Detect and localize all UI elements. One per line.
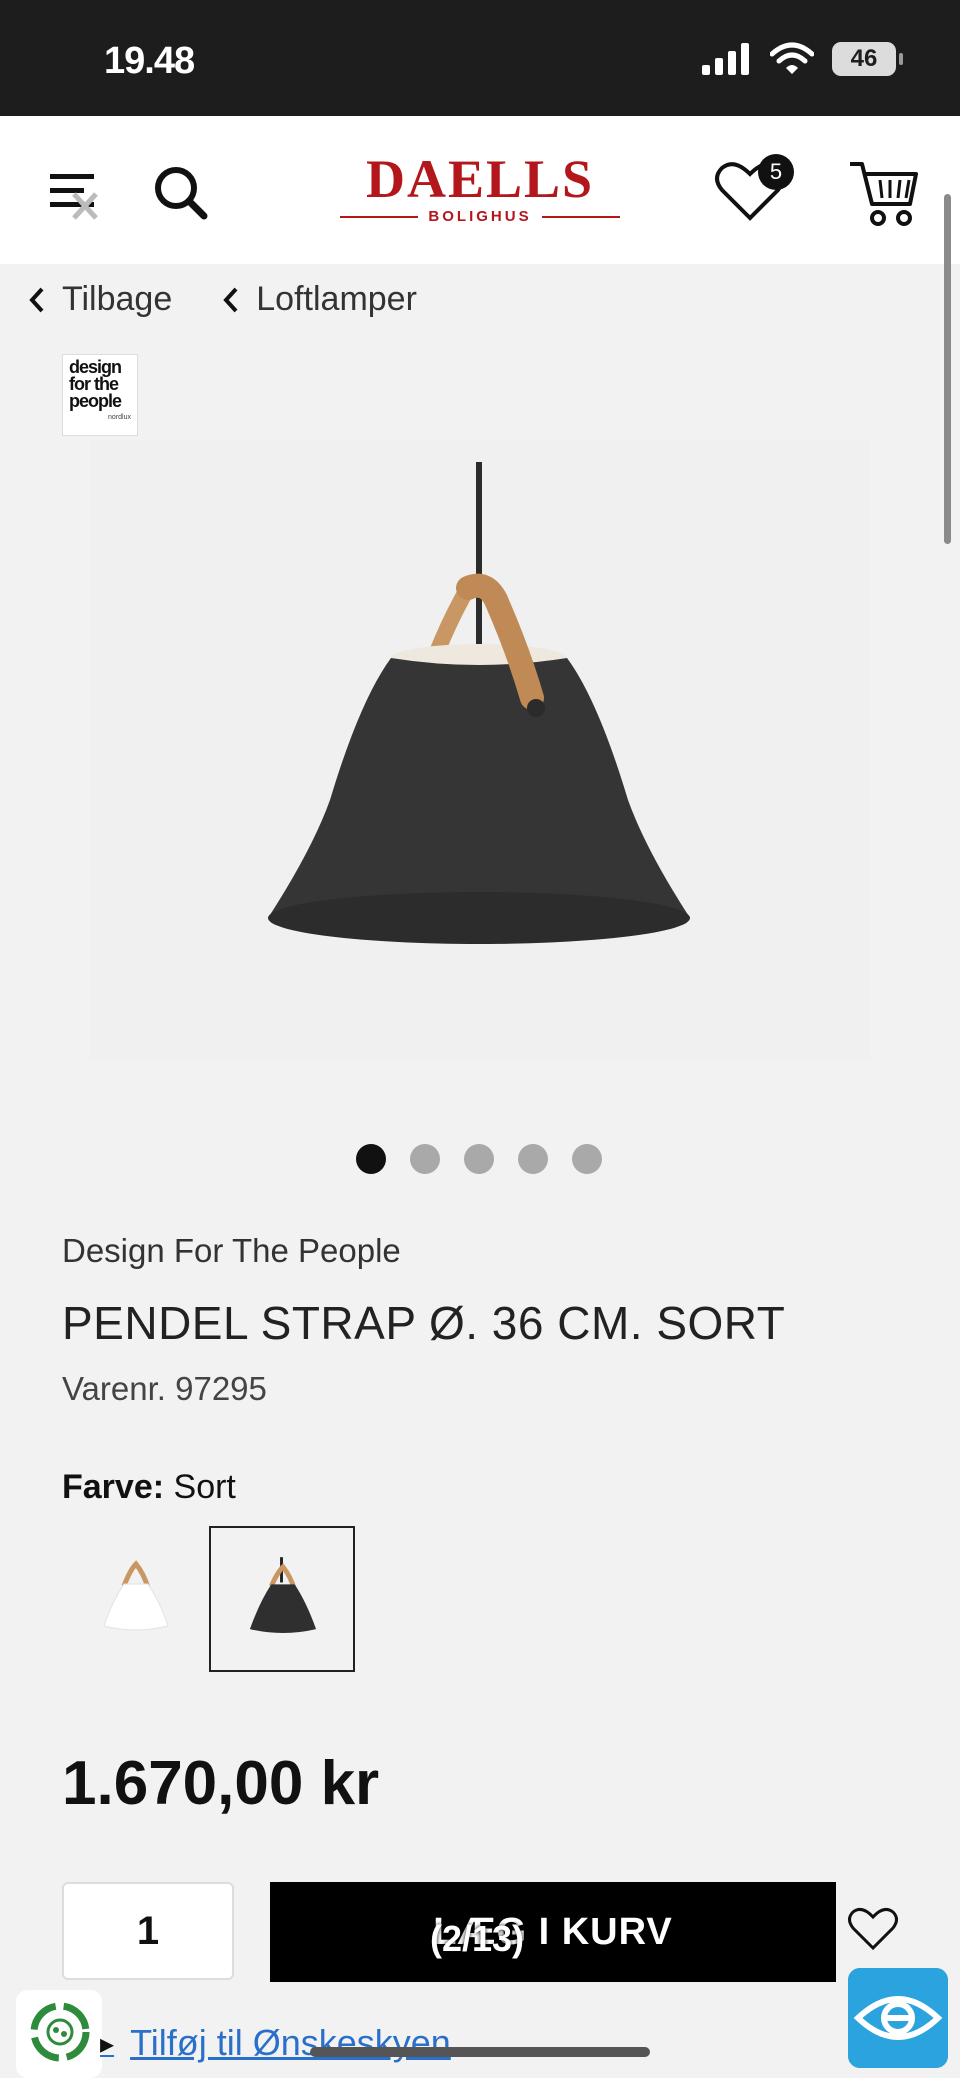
battery-icon: 46 [832,42,903,76]
product-price: 1.670,00 kr [62,1749,380,1818]
search-icon[interactable] [150,162,212,224]
gallery-dot[interactable] [518,1144,548,1174]
quantity-input[interactable]: 1 [62,1882,234,1980]
home-indicator[interactable] [310,2047,650,2057]
status-bar: 19.48 46 [0,0,960,116]
category-link[interactable]: Loftlamper [220,280,417,319]
menu-icon[interactable] [48,166,104,222]
product-brand[interactable]: Design For The People [62,1232,401,1270]
sku-value: 97295 [175,1370,267,1407]
gallery-dot[interactable] [410,1144,440,1174]
logo-name: DAELLS [365,149,595,209]
recycle-icon[interactable] [16,1990,102,2078]
gallery-dots [356,1144,602,1174]
breadcrumb: Tilbage Loftlamper [26,280,417,319]
chevron-left-icon [29,287,44,312]
color-label-row: Farve: Sort [62,1468,236,1507]
page-indicator: (2/13) [430,1918,525,1959]
wifi-icon [770,42,814,74]
gallery-dot[interactable] [464,1144,494,1174]
back-link-label: Tilbage [62,280,173,318]
sku-label: Varenr. [62,1370,166,1407]
product-image[interactable] [90,440,870,1060]
swatch-white[interactable] [62,1526,208,1672]
chevron-left-icon [223,287,238,312]
accessibility-eye-icon[interactable] [848,1968,948,2068]
logo-sub: BOLIGHUS [428,208,532,225]
brand-badge[interactable]: design for the people nordlux [62,354,138,436]
wishlist-count-badge: 5 [758,154,794,190]
color-value: Sort [173,1468,236,1506]
wishcloud-link[interactable]: ▸ Tilføj til Ønskeskyen [100,2022,451,2064]
swatch-black[interactable] [209,1526,355,1672]
site-header: DAELLS BOLIGHUS 5 [0,116,960,264]
scrollbar-thumb[interactable] [944,194,951,544]
signal-icon [702,43,749,75]
gallery-dot[interactable] [572,1144,602,1174]
back-link[interactable]: Tilbage [26,280,172,319]
color-label: Farve: [62,1468,165,1506]
brand-badge-text: design for the people [69,357,122,411]
heart-icon[interactable] [846,1904,900,1954]
gallery-dot[interactable] [356,1144,386,1174]
category-link-label: Loftlamper [256,280,417,318]
status-icons: 46 [702,42,903,76]
bullet-icon: ▸ [100,2027,115,2059]
cart-icon[interactable] [848,158,920,230]
product-title: PENDEL STRAP Ø. 36 CM. SORT [62,1297,786,1349]
product-sku: Varenr. 97295 [62,1370,267,1408]
status-time: 19.48 [104,40,195,82]
brand-badge-sub: nordlux [108,414,131,421]
daells-logo[interactable]: DAELLS BOLIGHUS [340,149,621,228]
add-to-cart-button[interactable]: LÆG I KURV [270,1882,836,1982]
wishcloud-link-label: Tilføj til Ønskeskyen [130,2022,451,2063]
